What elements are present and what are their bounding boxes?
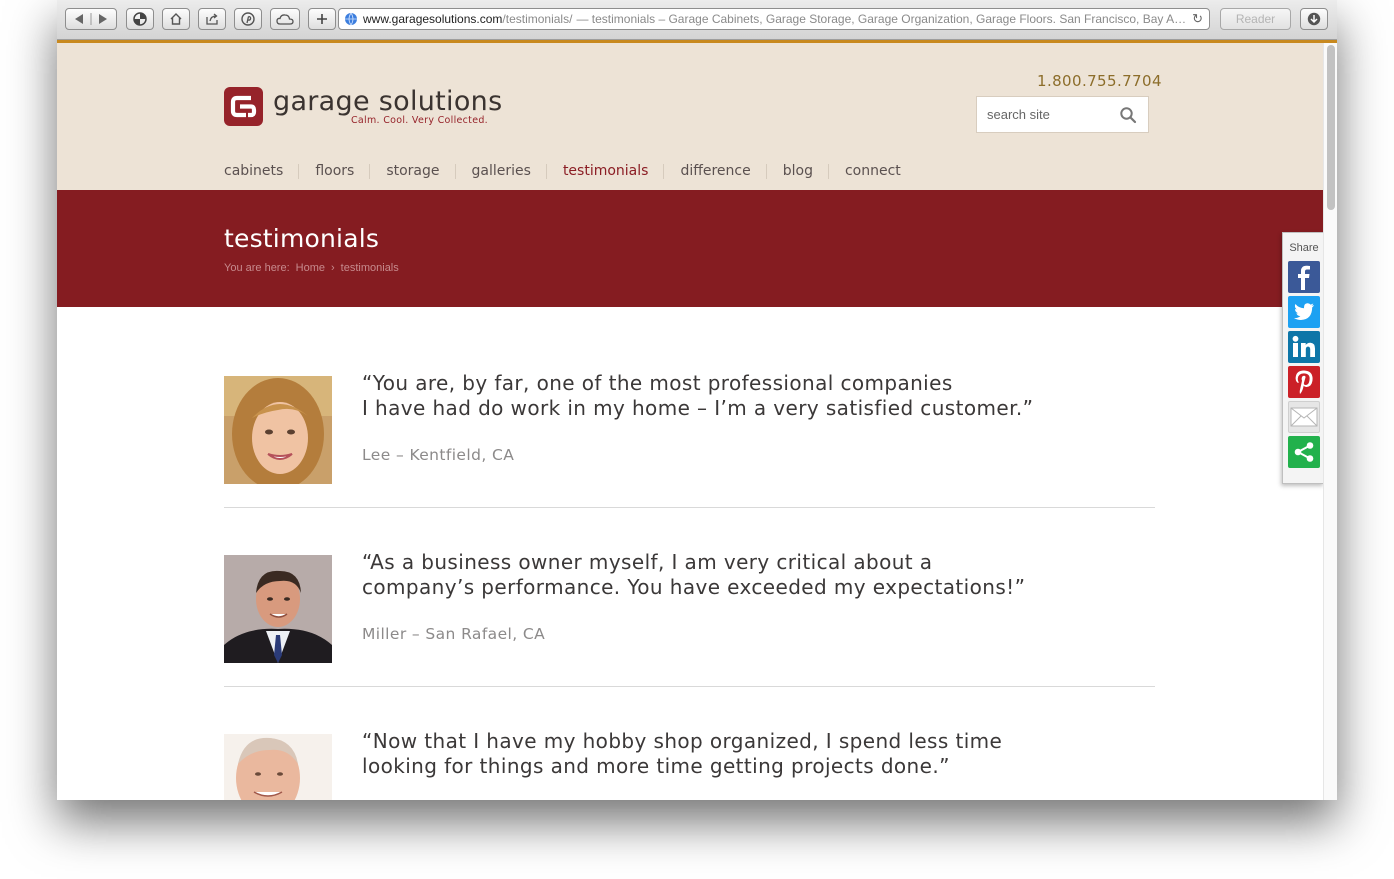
- testimonial-author: Lee – Kentfield, CA: [362, 446, 515, 464]
- search-box: [976, 96, 1149, 133]
- phone-number[interactable]: 1.800.755.7704: [1037, 72, 1161, 90]
- email-share-button[interactable]: [1288, 401, 1320, 433]
- pinterest-share-button[interactable]: [1288, 366, 1320, 398]
- share-arrow-icon: [206, 13, 218, 25]
- page-scrollbar[interactable]: [1323, 43, 1337, 800]
- reload-icon[interactable]: ↻: [1192, 11, 1203, 27]
- address-bar[interactable]: www.garagesolutions.com /testimonials/ —…: [338, 8, 1210, 30]
- testimonial-item: “You are, by far, one of the most profes…: [224, 371, 1155, 486]
- main-nav: cabinets floors storage galleries testim…: [224, 161, 933, 181]
- nav-item-testimonials[interactable]: testimonials: [563, 161, 665, 181]
- nav-item-connect[interactable]: connect: [845, 161, 917, 181]
- testimonial-item: “As a business owner myself, I am very c…: [224, 550, 1155, 665]
- logo-text: garage solutions Calm. Cool. Very Collec…: [273, 86, 503, 127]
- nav-item-floors[interactable]: floors: [315, 161, 371, 181]
- testimonial-item: “Now that I have my hobby shop organized…: [224, 729, 1155, 800]
- breadcrumb-home[interactable]: Home: [296, 262, 325, 274]
- browser-window: www.garagesolutions.com /testimonials/ —…: [57, 0, 1337, 800]
- top-sites-button[interactable]: [126, 8, 154, 30]
- top-sites-icon: [133, 12, 147, 26]
- quote-line: I have had do work in my home – I’m a ve…: [362, 396, 1034, 420]
- search-input[interactable]: [977, 107, 1117, 122]
- customer-photo: [224, 376, 332, 484]
- quote-line: company’s performance. You have exceeded…: [362, 575, 1026, 599]
- share-label: Share: [1289, 242, 1319, 254]
- customer-photo: [224, 555, 332, 663]
- breadcrumb-current: testimonials: [340, 262, 399, 274]
- page-title: testimonials: [224, 224, 380, 253]
- plus-icon: [317, 14, 327, 24]
- pinterest-toolbar-button[interactable]: [234, 8, 262, 30]
- home-icon: [170, 13, 182, 25]
- back-forward-icon: [75, 13, 107, 25]
- facebook-icon: [1298, 265, 1310, 290]
- url-host: www.garagesolutions.com: [363, 12, 503, 26]
- nav-item-difference[interactable]: difference: [680, 161, 768, 181]
- customer-photo: [224, 734, 332, 800]
- add-bookmark-button[interactable]: [308, 8, 336, 30]
- page-title-in-address: — testimonials – Garage Cabinets, Garage…: [576, 12, 1187, 26]
- divider: [224, 686, 1155, 687]
- pinterest-icon: [241, 12, 255, 26]
- scrollbar-thumb[interactable]: [1327, 45, 1335, 210]
- linkedin-share-button[interactable]: [1288, 331, 1320, 363]
- breadcrumb-separator-icon: ›: [331, 262, 335, 274]
- site-logo[interactable]: garage solutions Calm. Cool. Very Collec…: [224, 87, 502, 126]
- divider: [224, 507, 1155, 508]
- page-banner: testimonials You are here: Home › testim…: [57, 190, 1323, 307]
- nav-item-galleries[interactable]: galleries: [472, 161, 548, 181]
- linkedin-icon: [1292, 335, 1315, 357]
- breadcrumb-prefix: You are here:: [224, 262, 290, 274]
- url-path: /testimonials/: [502, 12, 573, 26]
- testimonial-quote: “As a business owner myself, I am very c…: [362, 550, 1122, 600]
- logo-mark-icon: [224, 87, 263, 126]
- downloads-button[interactable]: [1300, 8, 1328, 30]
- icloud-button[interactable]: [270, 8, 300, 30]
- testimonial-quote: “You are, by far, one of the most profes…: [362, 371, 1122, 421]
- reader-button[interactable]: Reader: [1220, 8, 1291, 30]
- logo-tagline: Calm. Cool. Very Collected.: [351, 115, 488, 126]
- twitter-icon: [1294, 303, 1314, 320]
- nav-item-storage[interactable]: storage: [386, 161, 456, 181]
- nav-item-cabinets[interactable]: cabinets: [224, 161, 300, 181]
- browser-toolbar: www.garagesolutions.com /testimonials/ —…: [57, 0, 1337, 40]
- more-share-button[interactable]: [1288, 436, 1320, 468]
- quote-line: “As a business owner myself, I am very c…: [362, 550, 933, 574]
- twitter-share-button[interactable]: [1288, 296, 1320, 328]
- quote-line: looking for things and more time getting…: [362, 754, 950, 778]
- download-icon: [1307, 12, 1321, 26]
- pinterest-icon: [1295, 370, 1313, 394]
- quote-line: “You are, by far, one of the most profes…: [362, 371, 953, 395]
- facebook-share-button[interactable]: [1288, 261, 1320, 293]
- quote-line: “Now that I have my hobby shop organized…: [362, 729, 1003, 753]
- site-header: garage solutions Calm. Cool. Very Collec…: [57, 43, 1323, 190]
- back-forward-buttons[interactable]: [65, 8, 117, 30]
- testimonial-quote: “Now that I have my hobby shop organized…: [362, 729, 1122, 779]
- testimonial-author: Miller – San Rafael, CA: [362, 625, 546, 643]
- logo-name: garage solutions: [273, 86, 503, 117]
- cloud-icon: [276, 14, 294, 25]
- globe-icon: [345, 12, 357, 26]
- share-icon: [1294, 442, 1314, 462]
- search-icon[interactable]: [1119, 106, 1137, 124]
- share-widget: Share: [1282, 232, 1324, 484]
- breadcrumb: You are here: Home › testimonials: [224, 262, 399, 274]
- share-page-button[interactable]: [198, 8, 226, 30]
- home-button[interactable]: [162, 8, 190, 30]
- nav-item-blog[interactable]: blog: [783, 161, 830, 181]
- email-icon: [1290, 407, 1318, 427]
